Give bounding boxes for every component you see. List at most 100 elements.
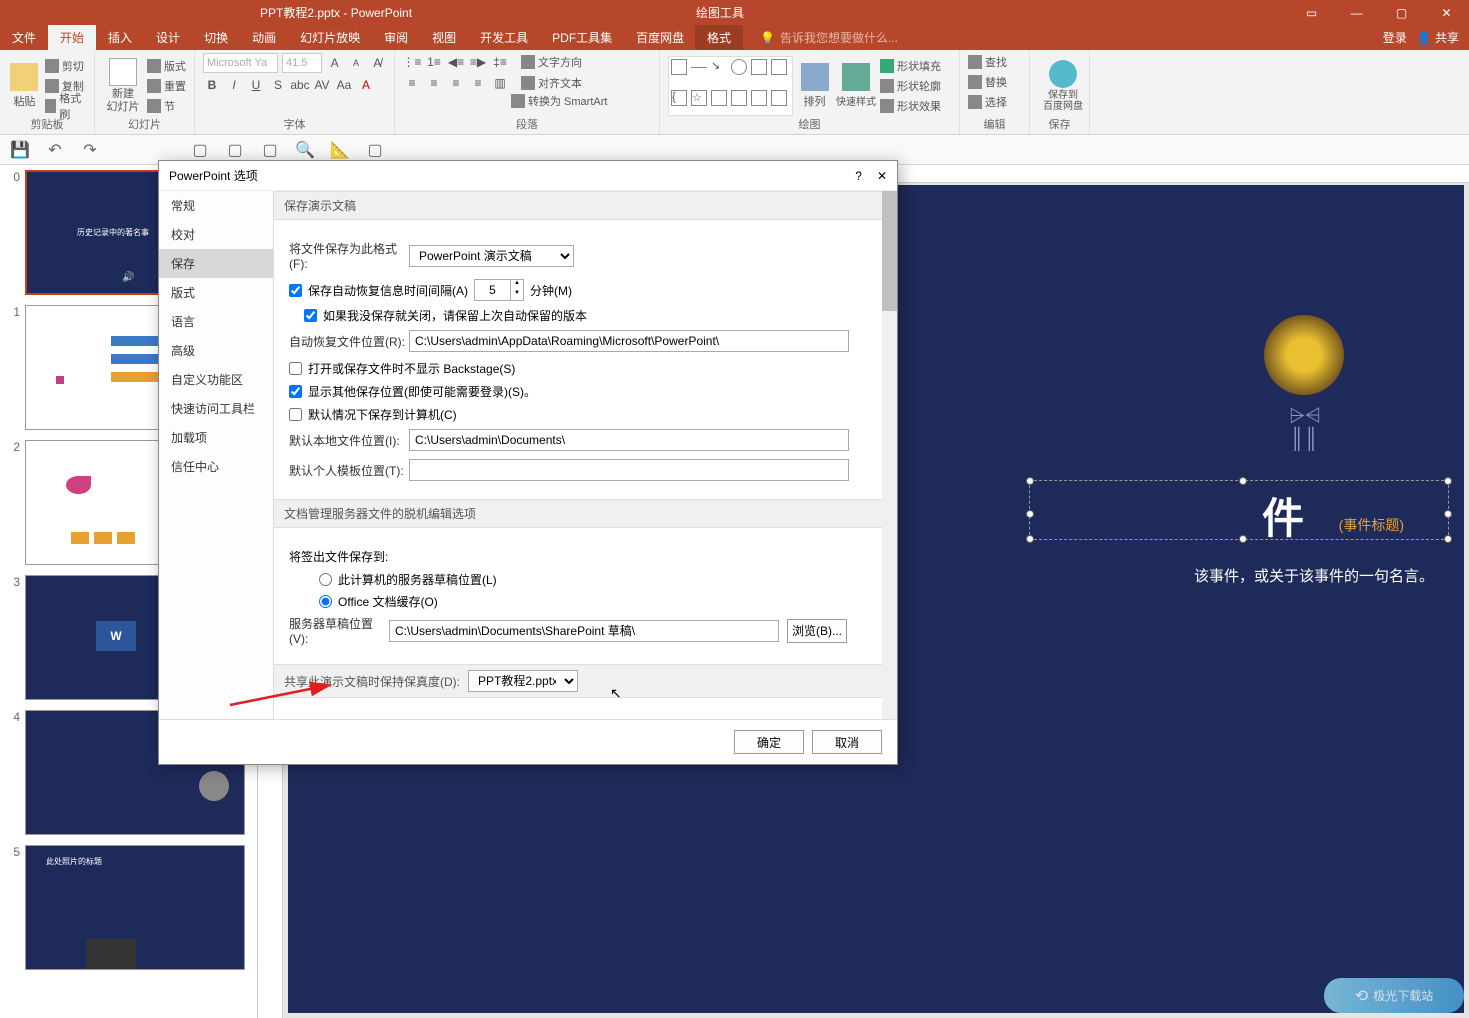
font-color-button[interactable]: A: [357, 76, 375, 94]
shape-line-icon[interactable]: [691, 67, 707, 83]
new-slide-button[interactable]: 新建 幻灯片: [103, 53, 143, 118]
nav-language[interactable]: 语言: [159, 307, 273, 336]
cancel-button[interactable]: 取消: [812, 730, 882, 754]
tab-design[interactable]: 设计: [144, 25, 192, 50]
resize-handle-icon[interactable]: [1239, 535, 1247, 543]
tab-pdf[interactable]: PDF工具集: [540, 25, 624, 50]
shape-star-icon[interactable]: ☆: [691, 90, 707, 106]
nav-qat[interactable]: 快速访问工具栏: [159, 394, 273, 423]
tab-baidu[interactable]: 百度网盘: [624, 25, 696, 50]
browse-button[interactable]: 浏览(B)...: [787, 619, 847, 643]
no-backstage-checkbox[interactable]: [289, 362, 302, 375]
select-button[interactable]: 选择: [968, 93, 1021, 111]
scrollbar[interactable]: [882, 191, 897, 719]
office-cache-radio[interactable]: [319, 595, 332, 608]
shape-arrow-icon[interactable]: ↘: [711, 59, 727, 75]
nav-proofing[interactable]: 校对: [159, 220, 273, 249]
undo-icon[interactable]: ↶: [45, 140, 65, 160]
minimize-button[interactable]: —: [1334, 0, 1379, 25]
slide-title-text[interactable]: 件: [1262, 485, 1304, 546]
qat-icon-6[interactable]: ▢: [365, 140, 385, 160]
drafts-loc-input[interactable]: [389, 620, 779, 642]
tab-slideshow[interactable]: 幻灯片放映: [288, 25, 372, 50]
qat-icon-2[interactable]: ▢: [225, 140, 245, 160]
slide-subtitle[interactable]: (事件标题): [1339, 515, 1404, 535]
tab-insert[interactable]: 插入: [96, 25, 144, 50]
tab-developer[interactable]: 开发工具: [468, 25, 540, 50]
format-painter-button[interactable]: 格式刷: [45, 97, 86, 115]
nav-advanced[interactable]: 高级: [159, 336, 273, 365]
bullets-button[interactable]: ⋮≡: [403, 53, 421, 71]
font-size-combo[interactable]: [282, 53, 322, 73]
save-to-baidu-button[interactable]: 保存到 百度网盘: [1038, 53, 1088, 118]
spinner-down-icon[interactable]: ▼: [510, 290, 523, 300]
shadow-button[interactable]: abc: [291, 76, 309, 94]
shape-connector-icon[interactable]: [711, 90, 727, 106]
shape-brace-icon[interactable]: {: [671, 90, 687, 106]
section-button[interactable]: 节: [147, 97, 186, 115]
tab-review[interactable]: 审阅: [372, 25, 420, 50]
strikethrough-button[interactable]: S: [269, 76, 287, 94]
save-icon[interactable]: 💾: [10, 140, 30, 160]
auto-recover-checkbox[interactable]: [289, 284, 302, 297]
paste-button[interactable]: 粘贴: [8, 53, 41, 118]
nav-customize-ribbon[interactable]: 自定义功能区: [159, 365, 273, 394]
maximize-button[interactable]: ▢: [1379, 0, 1424, 25]
quick-styles-button[interactable]: 快速样式: [836, 53, 876, 118]
shape-curve-icon[interactable]: [731, 90, 747, 106]
resize-handle-icon[interactable]: [1026, 510, 1034, 518]
grow-font-button[interactable]: A: [326, 54, 343, 72]
line-spacing-button[interactable]: ‡≡: [491, 53, 509, 71]
align-right-button[interactable]: ≡: [447, 74, 465, 92]
shape-more-icon[interactable]: [771, 59, 787, 75]
smartart-button[interactable]: 转换为 SmartArt: [511, 92, 607, 110]
slide-body-text[interactable]: 该事件，或关于该事件的一句名言。: [1194, 565, 1434, 586]
columns-button[interactable]: ▥: [491, 74, 509, 92]
shape-oval-icon[interactable]: [731, 59, 747, 75]
close-window-button[interactable]: ✕: [1424, 0, 1469, 25]
shrink-font-button[interactable]: A: [347, 54, 364, 72]
justify-button[interactable]: ≡: [469, 74, 487, 92]
qat-icon-5[interactable]: 📐: [330, 140, 350, 160]
tell-me-search[interactable]: 💡 告诉我您想要做什么...: [760, 29, 898, 46]
fidelity-file-select[interactable]: PPT教程2.pptx: [468, 670, 578, 692]
nav-trust[interactable]: 信任中心: [159, 452, 273, 481]
nav-addins[interactable]: 加载项: [159, 423, 273, 452]
increase-indent-button[interactable]: ≡▶: [469, 53, 487, 71]
underline-button[interactable]: U: [247, 76, 265, 94]
nav-save[interactable]: 保存: [159, 249, 273, 278]
slide-thumb-5[interactable]: 此处照片的标题: [25, 845, 245, 970]
dialog-close-button[interactable]: ✕: [877, 169, 887, 183]
spacing-button[interactable]: AV: [313, 76, 331, 94]
show-other-save-checkbox[interactable]: [289, 385, 302, 398]
tab-transitions[interactable]: 切换: [192, 25, 240, 50]
arrange-button[interactable]: 排列: [797, 53, 832, 118]
clear-format-button[interactable]: A̸: [369, 54, 386, 72]
bold-button[interactable]: B: [203, 76, 221, 94]
ribbon-options-icon[interactable]: ▭: [1289, 0, 1334, 25]
autorecover-loc-input[interactable]: [409, 330, 849, 352]
replace-button[interactable]: 替换: [968, 73, 1021, 91]
qat-icon-3[interactable]: ▢: [260, 140, 280, 160]
ok-button[interactable]: 确定: [734, 730, 804, 754]
scrollbar-thumb[interactable]: [882, 191, 897, 311]
layout-button[interactable]: 版式: [147, 57, 186, 75]
qat-icon-1[interactable]: ▢: [190, 140, 210, 160]
nav-layout[interactable]: 版式: [159, 278, 273, 307]
server-drafts-radio[interactable]: [319, 573, 332, 586]
keep-last-checkbox[interactable]: [304, 309, 317, 322]
login-link[interactable]: 登录: [1383, 29, 1407, 46]
shape-callout-icon[interactable]: [751, 90, 767, 106]
cut-button[interactable]: 剪切: [45, 57, 86, 75]
align-left-button[interactable]: ≡: [403, 74, 421, 92]
avatar-image[interactable]: [1264, 315, 1344, 395]
shapes-gallery[interactable]: ↘ { ☆: [668, 56, 793, 116]
redo-icon[interactable]: ↷: [80, 140, 100, 160]
tab-view[interactable]: 视图: [420, 25, 468, 50]
find-button[interactable]: 查找: [968, 53, 1021, 71]
nav-general[interactable]: 常规: [159, 191, 273, 220]
shape-triangle-icon[interactable]: [751, 59, 767, 75]
help-button[interactable]: ?: [855, 169, 862, 183]
resize-handle-icon[interactable]: [1444, 535, 1452, 543]
tab-home[interactable]: 开始: [48, 25, 96, 50]
